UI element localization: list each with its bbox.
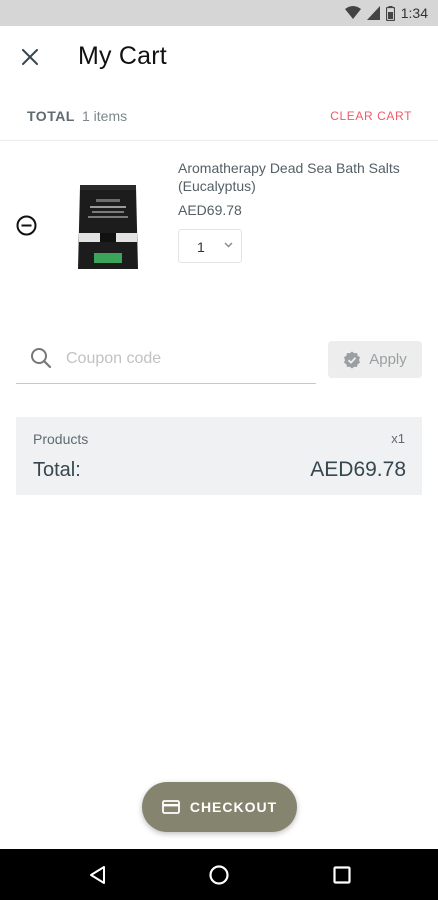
credit-card-icon (161, 800, 180, 814)
minus-circle-icon (16, 215, 37, 236)
recents-button[interactable] (329, 862, 355, 888)
back-button[interactable] (84, 862, 110, 888)
quantity-select[interactable]: 1 (178, 229, 242, 263)
checkout-label: CHECKOUT (189, 799, 278, 815)
recents-icon (333, 866, 351, 884)
total-label: TOTAL (27, 108, 75, 124)
app-bar: My Cart (0, 26, 438, 88)
wifi-icon (344, 6, 361, 19)
status-bar: 1:34 (0, 0, 438, 26)
product-name: Aromatherapy Dead Sea Bath Salts (Eucaly… (178, 160, 400, 194)
home-button[interactable] (206, 862, 232, 888)
coupon-input[interactable] (66, 346, 306, 372)
battery-icon (385, 5, 395, 21)
apply-coupon-button[interactable]: Apply (328, 341, 422, 378)
close-icon (22, 49, 38, 65)
cell-signal-icon (366, 6, 380, 20)
checkout-button[interactable]: CHECKOUT (142, 782, 297, 832)
home-icon (209, 865, 229, 885)
coupon-field (16, 336, 316, 384)
back-icon (90, 866, 105, 884)
page-title: My Cart (78, 42, 167, 70)
system-nav-bar (0, 849, 438, 900)
product-price: AED69.78 (178, 202, 242, 218)
product-image (78, 185, 138, 269)
verified-check-icon (344, 351, 361, 368)
search-icon (31, 348, 52, 369)
close-button[interactable] (16, 43, 44, 71)
cart-summary: TOTAL 1 items CLEAR CART (0, 104, 438, 128)
products-label: Products (33, 431, 89, 447)
status-time: 1:34 (400, 5, 428, 21)
remove-item-button[interactable] (16, 215, 37, 236)
chevron-down-icon (224, 242, 233, 248)
apply-label: Apply (369, 351, 407, 368)
total-text: Total: (33, 459, 81, 481)
items-count: 1 items (82, 108, 128, 124)
total-amount: AED69.78 (310, 458, 406, 481)
clear-cart-button[interactable]: CLEAR CART (330, 109, 412, 123)
cart-item: Aromatherapy Dead Sea Bath Salts (Eucaly… (0, 141, 438, 291)
status-icons: 1:34 (344, 4, 428, 22)
order-totals: Products x1 Total: AED69.78 (16, 417, 422, 495)
quantity-value: 1 (197, 239, 205, 255)
products-quantity: x1 (391, 431, 405, 446)
